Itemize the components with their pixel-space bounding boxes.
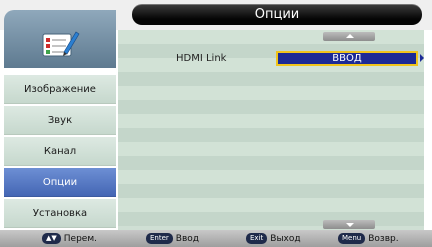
sidebar-item-picture[interactable]: Изображение: [4, 75, 116, 104]
panel-row: [118, 72, 424, 86]
key-updown-icon: ▲▼: [42, 233, 61, 244]
scroll-up-button[interactable]: [323, 32, 375, 41]
sidebar-item-label: Канал: [43, 146, 77, 157]
tv-options-menu: Опции Изображение Звук Канал Опции Устан…: [0, 0, 432, 247]
hint-label: Ввод: [175, 234, 200, 244]
scroll-down-button[interactable]: [323, 220, 375, 229]
sidebar-item-label: Звук: [47, 115, 73, 126]
panel-row: [118, 86, 424, 100]
panel-row: [118, 184, 424, 198]
hint-label: Перем.: [63, 234, 97, 244]
panel-row: [118, 100, 424, 114]
panel-row: [118, 30, 424, 44]
key-enter-icon: Enter: [146, 233, 173, 244]
arrow-up-icon: [346, 34, 354, 38]
menu-title: Опции: [132, 4, 422, 25]
sidebar-item-label: Установка: [32, 208, 88, 219]
sidebar-item-options[interactable]: Опции: [4, 168, 116, 197]
panel-row: [118, 142, 424, 156]
settings-checklist-icon: [42, 31, 80, 57]
sidebar-item-label: Опции: [42, 177, 78, 188]
hint-label: Выход: [270, 234, 301, 244]
key-exit-icon: Exit: [246, 233, 268, 244]
sidebar-item-setup[interactable]: Установка: [4, 199, 116, 228]
hint-exit: Exit Выход: [246, 233, 301, 245]
panel-row: [118, 114, 424, 128]
hint-label: Возвр.: [368, 234, 399, 244]
panel-row: [118, 198, 424, 212]
hdmi-link-value[interactable]: ВВОД: [276, 51, 418, 66]
hint-navigate: ▲▼ Перем.: [42, 233, 97, 245]
arrow-right-icon[interactable]: [420, 54, 424, 62]
sidebar: Изображение Звук Канал Опции Установка: [4, 10, 116, 230]
sidebar-item-channel[interactable]: Канал: [4, 137, 116, 166]
hint-enter: Enter Ввод: [146, 233, 199, 245]
key-menu-icon: Menu: [338, 233, 366, 244]
options-panel: HDMI Link ВВОД: [118, 30, 424, 230]
arrow-down-icon: [346, 223, 354, 227]
hdmi-link-label: HDMI Link: [176, 53, 227, 64]
panel-row: [118, 212, 424, 226]
sidebar-item-label: Изображение: [24, 84, 96, 95]
hint-menu: Menu Возвр.: [338, 233, 399, 245]
panel-row: [118, 128, 424, 142]
panel-row: [118, 156, 424, 170]
logo-tile: [4, 10, 116, 68]
sidebar-item-sound[interactable]: Звук: [4, 106, 116, 135]
panel-row: [118, 170, 424, 184]
bottom-hint-bar: ▲▼ Перем. Enter Ввод Exit Выход Menu Возвр.: [0, 230, 432, 247]
